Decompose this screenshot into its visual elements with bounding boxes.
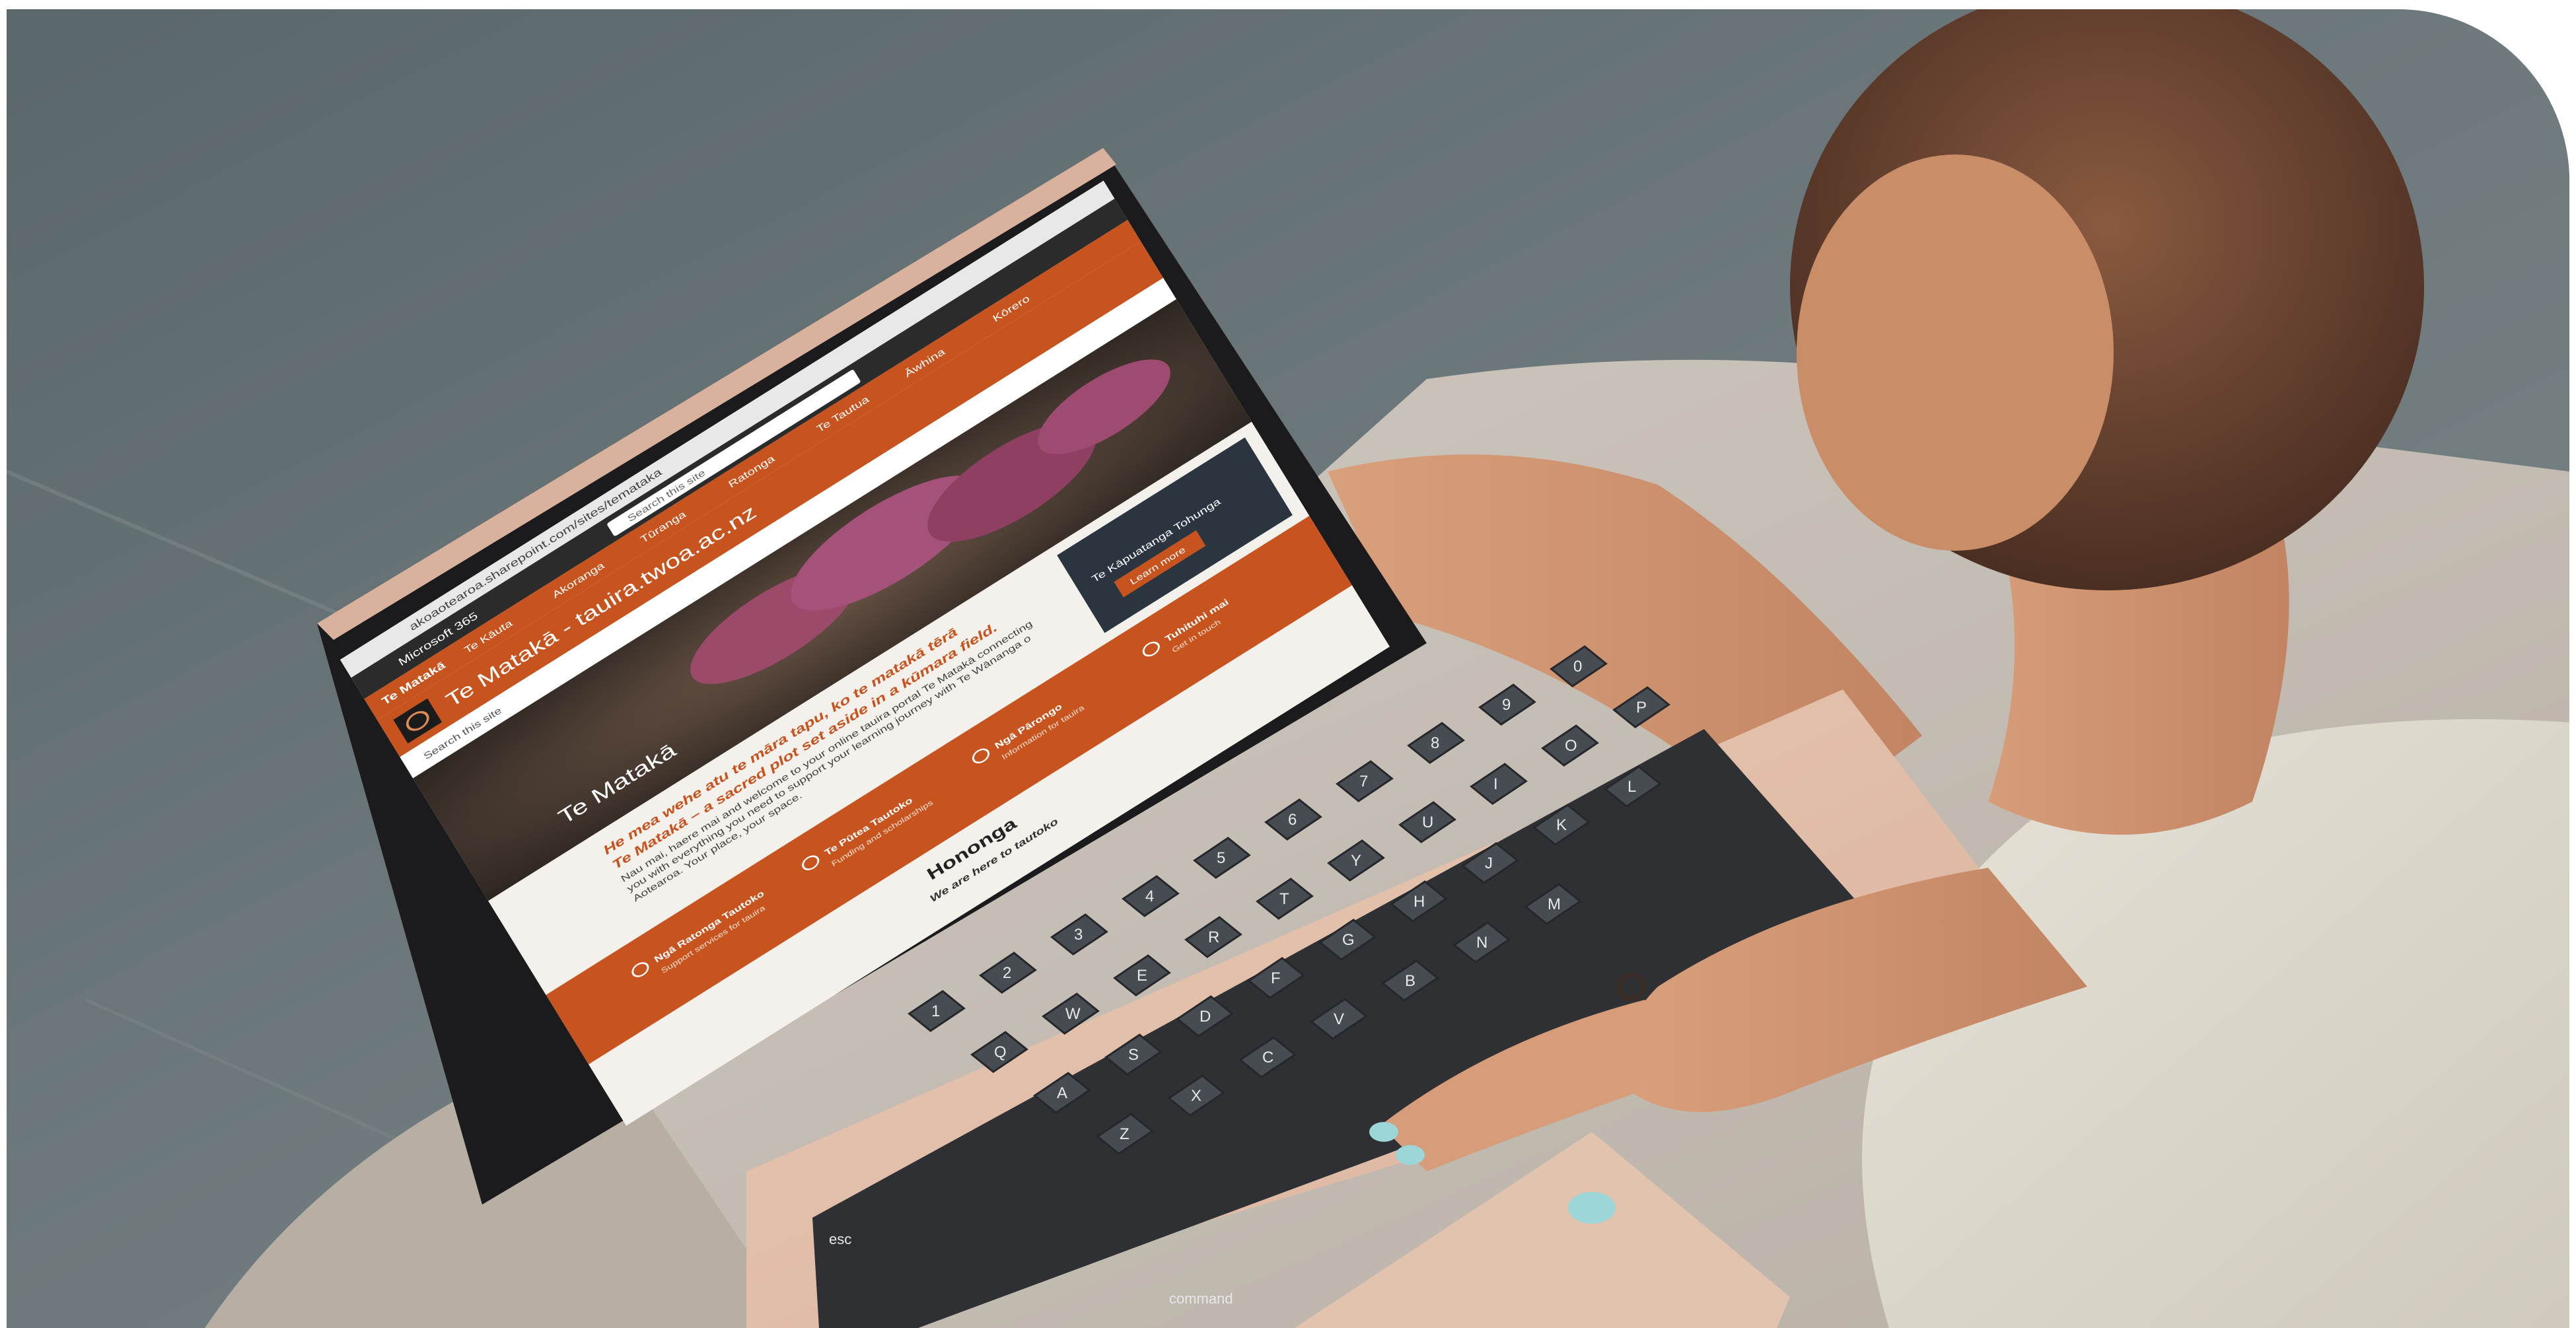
svg-text:P: P <box>1636 699 1647 716</box>
svg-text:J: J <box>1485 855 1493 872</box>
svg-text:E: E <box>1137 967 1147 985</box>
svg-text:W: W <box>1065 1005 1081 1023</box>
svg-text:L: L <box>1628 778 1636 796</box>
svg-text:K: K <box>1556 816 1567 834</box>
svg-text:1: 1 <box>931 1002 940 1020</box>
svg-text:4: 4 <box>1145 888 1154 905</box>
key-esc: esc <box>829 1231 851 1247</box>
svg-text:C: C <box>1262 1049 1273 1066</box>
svg-text:G: G <box>1342 931 1355 949</box>
photo-scene: 1 2 3 4 5 6 7 8 9 0 Q W E R T Y U I O P A S D F G H J K L Z X C V B N Mesc c… <box>7 9 2569 1328</box>
svg-text:M: M <box>1548 895 1561 913</box>
svg-text:7: 7 <box>1359 773 1368 790</box>
svg-text:S: S <box>1128 1046 1139 1064</box>
svg-text:F: F <box>1271 969 1281 987</box>
svg-text:T: T <box>1279 890 1289 908</box>
svg-text:0: 0 <box>1573 658 1582 676</box>
svg-text:2: 2 <box>1003 964 1011 982</box>
photo: 1 2 3 4 5 6 7 8 9 0 Q W E R T Y U I O P A S D F G H J K L Z X C V B N Mesc c… <box>7 9 2569 1328</box>
svg-text:3: 3 <box>1074 926 1083 944</box>
svg-text:X: X <box>1191 1087 1201 1105</box>
svg-text:R: R <box>1208 928 1219 946</box>
svg-text:N: N <box>1476 934 1487 952</box>
svg-text:9: 9 <box>1502 696 1511 714</box>
svg-text:V: V <box>1334 1010 1344 1028</box>
svg-text:Z: Z <box>1120 1125 1129 1143</box>
svg-text:5: 5 <box>1217 849 1225 867</box>
svg-text:B: B <box>1405 972 1415 990</box>
svg-text:H: H <box>1413 893 1425 911</box>
svg-text:O: O <box>1565 737 1577 755</box>
svg-text:Q: Q <box>994 1043 1007 1061</box>
svg-text:Y: Y <box>1351 852 1361 870</box>
key-command: command <box>1169 1290 1233 1307</box>
svg-text:D: D <box>1199 1008 1211 1026</box>
svg-text:A: A <box>1057 1084 1067 1102</box>
svg-text:U: U <box>1422 814 1433 831</box>
svg-text:8: 8 <box>1431 734 1439 752</box>
svg-text:6: 6 <box>1288 811 1297 829</box>
svg-text:I: I <box>1493 775 1498 793</box>
